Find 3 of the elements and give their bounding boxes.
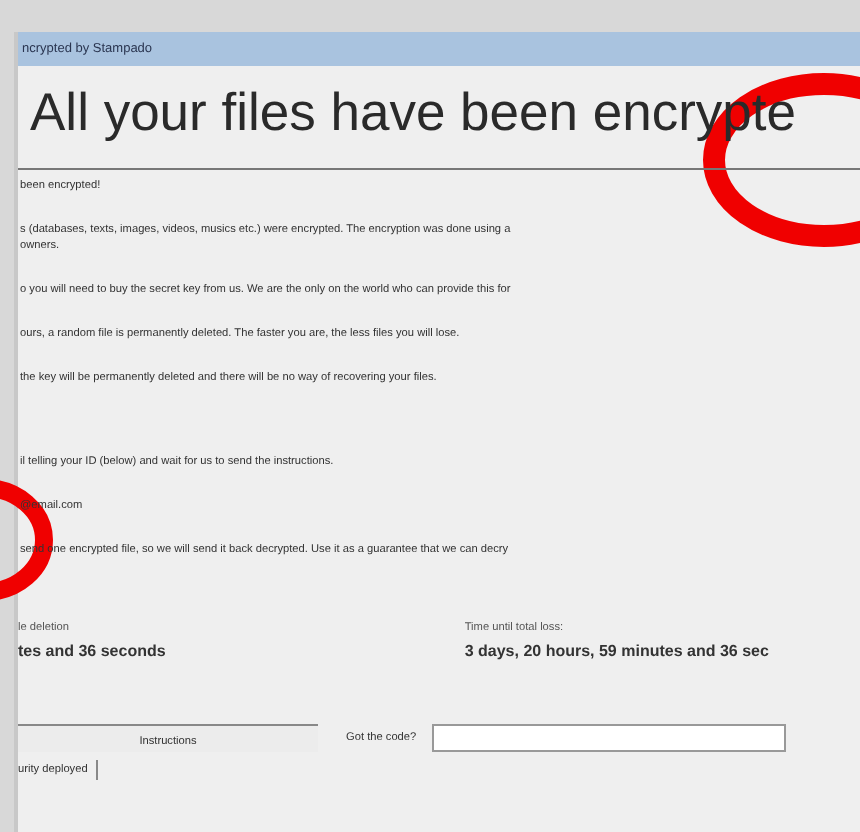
timer-value: 3 days, 20 hours, 59 minutes and 36 sec	[464, 642, 771, 660]
code-field[interactable]	[432, 724, 787, 752]
timer-value: tes and 36 seconds	[18, 642, 168, 660]
